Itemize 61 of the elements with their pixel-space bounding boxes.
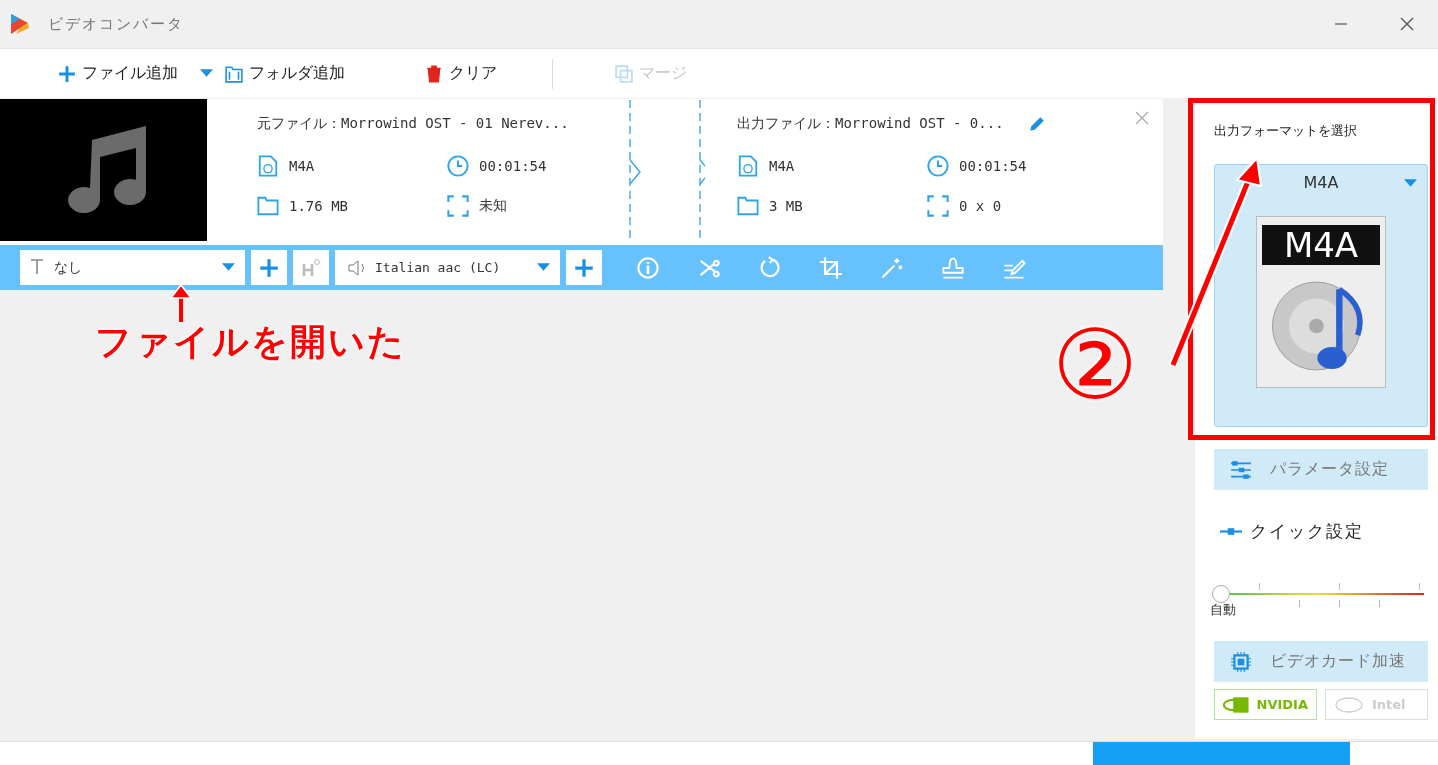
m4a-file-icon: M4A: [1256, 216, 1386, 388]
app-logo-icon: [8, 12, 32, 36]
folder-icon: [257, 195, 279, 217]
file-size-text: 1.76 MB: [289, 198, 348, 214]
caret-icon: [222, 263, 235, 272]
file-size-text: 3 MB: [769, 198, 803, 214]
add-folder-button[interactable]: フォルダ追加: [225, 63, 345, 84]
annotation-caption: ファイルを開いた: [95, 320, 406, 364]
audio-track-dropdown[interactable]: Italian aac (LC): [335, 250, 560, 285]
quick-settings-icon: [1220, 526, 1242, 537]
media-file-icon: [257, 155, 279, 177]
magic-wand-icon[interactable]: [880, 255, 904, 280]
add-file-button[interactable]: ファイル追加: [58, 63, 178, 84]
edit-pencil-icon[interactable]: [1027, 115, 1046, 133]
overlapping-squares-icon: [615, 64, 633, 83]
oval-logo-icon: [1334, 695, 1364, 714]
add-subtitle-button[interactable]: [251, 250, 287, 285]
resolution-text: 0 x 0: [959, 198, 1002, 214]
subtitle-dropdown[interactable]: なし: [20, 250, 245, 285]
close-icon[interactable]: [1400, 17, 1414, 31]
format-selector[interactable]: M4A M4A: [1214, 164, 1428, 427]
format-name: M4A: [1303, 173, 1339, 192]
stamp-icon[interactable]: [941, 255, 965, 280]
info-icon[interactable]: [636, 255, 660, 280]
caret-icon: [537, 263, 550, 272]
clock-icon: [447, 155, 469, 177]
film-folder-icon: [225, 64, 243, 83]
dropdown-caret-icon[interactable]: [200, 69, 213, 78]
folder-icon: [737, 195, 759, 217]
rotate-icon[interactable]: [758, 255, 782, 280]
step-number: ②: [1052, 310, 1139, 420]
clock-icon: [927, 155, 949, 177]
sliders-icon: [1230, 458, 1252, 481]
resolution-text: 未知: [479, 197, 507, 215]
resolution-icon: [927, 195, 949, 217]
file-name: 元ファイル：Morrowind OST - 01 Nerev...: [257, 115, 569, 133]
clear-button[interactable]: クリア: [425, 63, 497, 84]
media-file-icon: [737, 155, 759, 177]
duration-text: 00:01:54: [959, 158, 1027, 174]
file-name: 出力ファイル：Morrowind OST - 0...: [737, 115, 1004, 133]
format-text: M4A: [769, 158, 795, 174]
resolution-icon: [447, 195, 469, 217]
caret-icon: [1404, 179, 1417, 188]
chip-icon: [1230, 650, 1252, 673]
quick-settings-label: クイック設定: [1250, 520, 1364, 543]
duration-text: 00:01:54: [479, 158, 547, 174]
panel-heading: 出力フォーマットを選択: [1214, 122, 1358, 140]
subtitle-settings-button[interactable]: [293, 250, 329, 285]
slider-reading: 自動: [1210, 601, 1237, 619]
window-title: ビデオコンバータ: [48, 14, 184, 34]
subtitle-gear-icon: [301, 257, 321, 278]
plus-icon: [58, 64, 76, 83]
add-audio-button[interactable]: [566, 250, 602, 285]
plus-icon: [574, 257, 594, 278]
crop-icon[interactable]: [819, 255, 843, 280]
slider-thumb[interactable]: [1212, 585, 1230, 603]
format-text: M4A: [289, 158, 315, 174]
gpu-acceleration-header: ビデオカード加速: [1214, 641, 1428, 682]
parameter-settings-button[interactable]: パラメータ設定: [1214, 449, 1428, 490]
trash-icon: [425, 64, 443, 83]
plus-icon: [259, 257, 279, 278]
